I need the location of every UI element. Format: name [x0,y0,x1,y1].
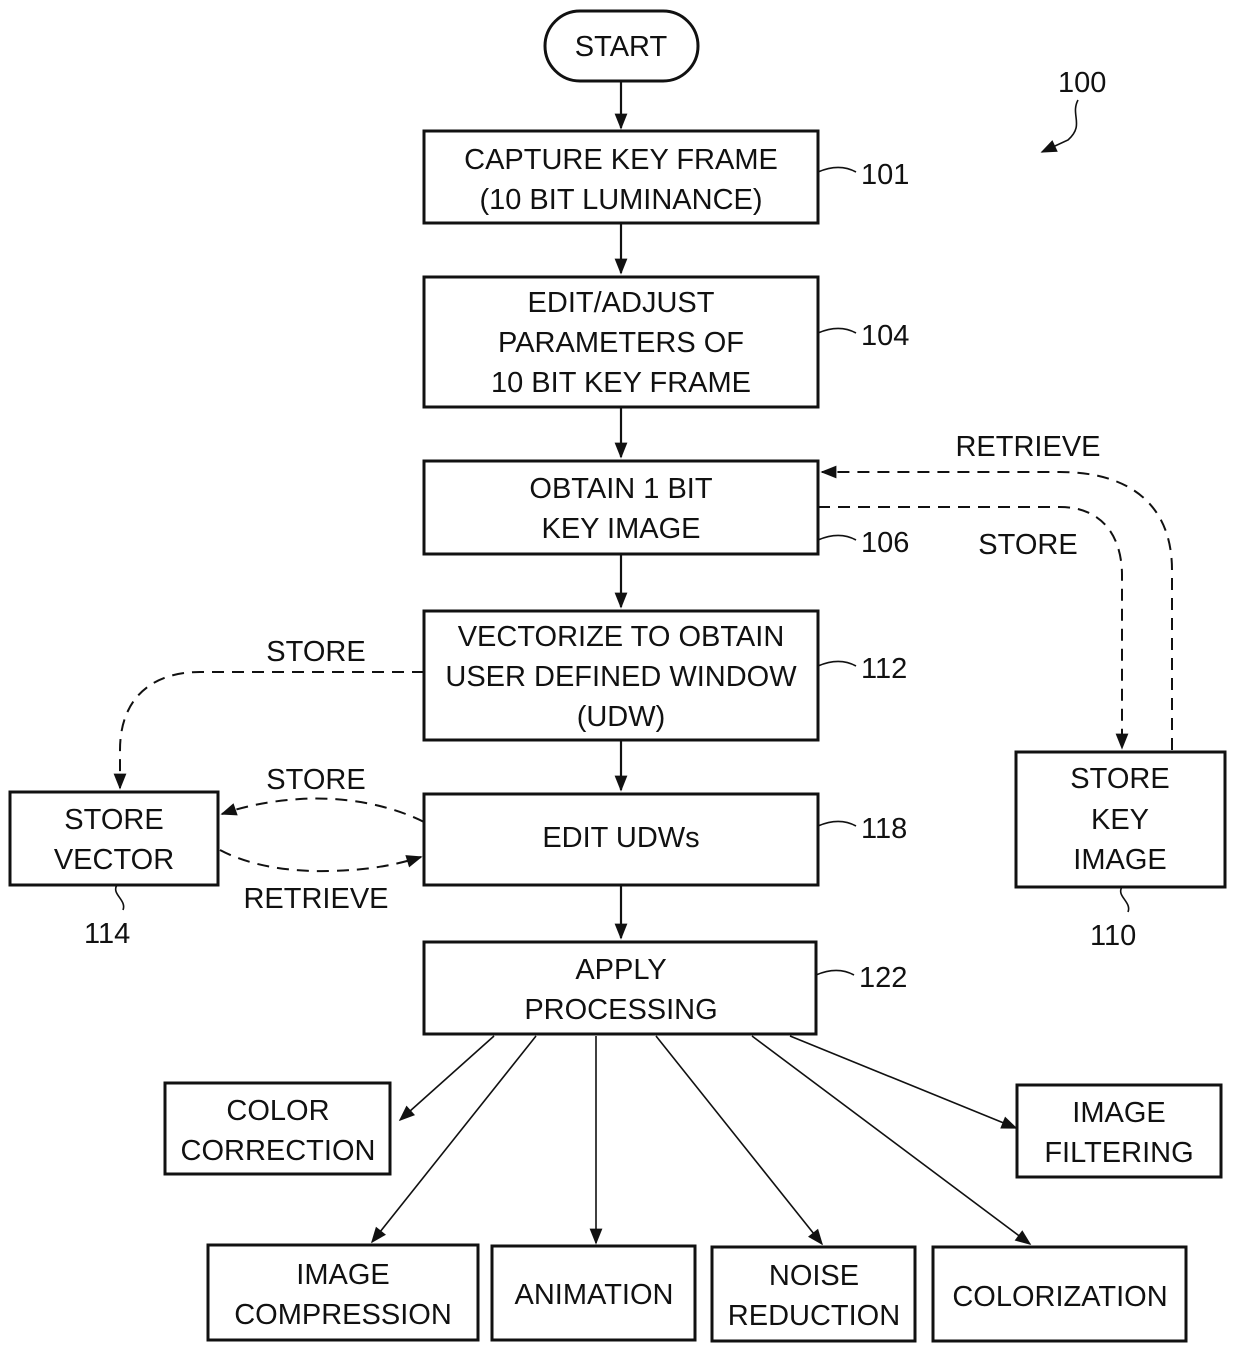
flowchart-diagram: 100 START CAPTURE KEY FRAME (10 BIT LUMI… [8,9,1227,1343]
step-118-edit-udws: EDIT UDWs [422,792,820,887]
animation-line-1: ANIMATION [515,1279,674,1311]
step-104-line-2: PARAMETERS OF [498,327,744,359]
step-106-obtain-key-image: OBTAIN 1 BIT KEY IMAGE [422,459,820,556]
step-122-line-1: APPLY [575,954,666,986]
step-112-vectorize: VECTORIZE TO OBTAIN USER DEFINED WINDOW … [422,609,820,742]
step-104-line-3: 10 BIT KEY FRAME [491,367,751,399]
step-112-ref: 112 [861,653,907,685]
step-106-ref: 106 [861,527,909,559]
edge-label-store-key-image: STORE [978,529,1077,561]
step-112-leader [817,660,857,667]
image-filtering-line-2: FILTERING [1044,1137,1193,1169]
arrow-to-colorization [751,1035,1032,1245]
colorization-line-1: COLORIZATION [952,1281,1167,1313]
edge-label-store-vector-from-118: STORE [266,764,365,796]
noise-reduction-line-1: NOISE [769,1260,859,1292]
step-114-ref: 114 [84,918,130,950]
step-110-line-1: STORE [1070,763,1169,795]
arrow-to-image-filtering [789,1035,1018,1129]
image-filtering-line-1: IMAGE [1072,1097,1165,1129]
output-noise-reduction: NOISE REDUCTION [710,1245,917,1343]
step-114-line-2: VECTOR [54,844,174,876]
edge-label-retrieve-key-image: RETRIEVE [955,431,1100,463]
step-101-capture-key-frame: CAPTURE KEY FRAME (10 BIT LUMINANCE) [422,129,820,225]
step-122-line-2: PROCESSING [524,994,717,1026]
noise-reduction-line-2: REDUCTION [728,1300,900,1332]
output-image-compression: IMAGE COMPRESSION [206,1243,480,1342]
step-101-ref: 101 [861,159,909,191]
color-correction-line-1: COLOR [226,1095,329,1127]
dashed-retrieve-key-image [820,465,1173,750]
figure-ref-leader [1040,99,1079,153]
step-112-line-3: (UDW) [577,701,666,733]
step-101-leader [817,166,857,173]
output-color-correction: COLOR CORRECTION [163,1081,392,1176]
start-label: START [575,31,668,63]
step-104-ref: 104 [861,320,909,352]
step-104-leader [817,327,857,334]
step-110-ref: 110 [1090,920,1136,952]
figure-ref-number: 100 [1058,67,1106,99]
step-106-line-1: OBTAIN 1 BIT [529,473,712,505]
output-animation: ANIMATION [490,1244,697,1342]
step-106-line-2: KEY IMAGE [541,513,700,545]
step-110-line-3: IMAGE [1073,844,1166,876]
step-101-line-2: (10 BIT LUMINANCE) [479,184,762,216]
start-terminal: START [543,9,700,83]
step-101-line-1: CAPTURE KEY FRAME [464,144,778,176]
step-110-line-2: KEY [1091,804,1149,836]
step-110-leader [1119,886,1130,913]
edge-label-store-vector-from-112: STORE [266,636,365,668]
image-compression-line-1: IMAGE [296,1259,389,1291]
dashed-retrieve-vector [219,849,423,873]
step-122-apply-processing: APPLY PROCESSING [422,940,818,1036]
step-118-ref: 118 [861,813,907,845]
step-104-edit-parameters: EDIT/ADJUST PARAMETERS OF 10 BIT KEY FRA… [422,275,820,409]
edge-label-retrieve-vector: RETRIEVE [243,883,388,915]
step-106-leader [817,534,857,541]
step-114-line-1: STORE [64,804,163,836]
arrow-to-image-compression [371,1035,537,1244]
dashed-store-vector-from-118 [220,797,425,823]
image-compression-line-2: COMPRESSION [234,1299,452,1331]
output-image-filtering: IMAGE FILTERING [1015,1083,1223,1179]
step-118-leader [817,820,857,827]
color-correction-line-2: CORRECTION [181,1135,376,1167]
step-114-store-vector: STORE VECTOR [8,790,220,887]
step-104-line-1: EDIT/ADJUST [528,287,715,319]
step-122-ref: 122 [859,962,907,994]
step-112-line-2: USER DEFINED WINDOW [445,661,797,693]
step-114-leader [114,884,125,911]
output-colorization: COLORIZATION [931,1245,1188,1343]
step-122-leader [815,969,855,976]
step-118-line-1: EDIT UDWs [542,822,699,854]
step-112-line-1: VECTORIZE TO OBTAIN [458,621,785,653]
step-110-store-key-image: STORE KEY IMAGE [1014,750,1227,889]
arrow-to-noise-reduction [655,1035,823,1246]
